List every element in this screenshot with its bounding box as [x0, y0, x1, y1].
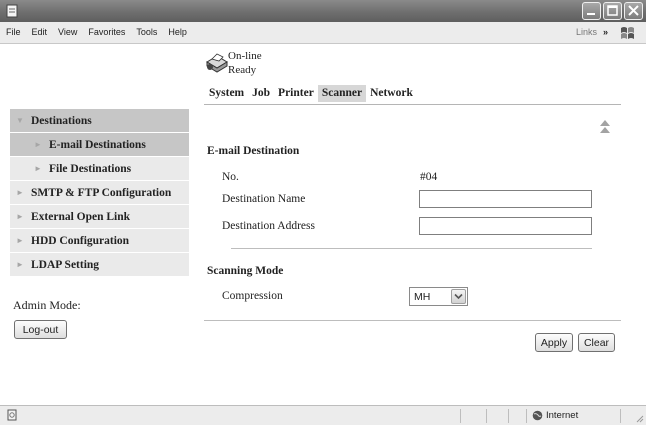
printer-status: On-line Ready	[228, 49, 262, 77]
nav-label: HDD Configuration	[31, 234, 130, 247]
nav-hdd-configuration[interactable]: ► HDD Configuration	[10, 229, 189, 253]
chevron-down-icon	[451, 289, 466, 304]
triangle-right-icon: ►	[16, 236, 24, 245]
apply-button[interactable]: Apply	[535, 333, 573, 352]
status-online: On-line	[228, 50, 262, 62]
scroll-to-top-icon[interactable]	[599, 119, 611, 135]
windows-logo-icon	[621, 27, 634, 39]
nav-label: SMTP & FTP Configuration	[31, 186, 172, 199]
nav-smtp-ftp-configuration[interactable]: ► SMTP & FTP Configuration	[10, 181, 189, 205]
nav-file-destinations[interactable]: ► File Destinations	[10, 157, 189, 181]
globe-icon	[532, 410, 543, 421]
window-title-bar	[0, 0, 646, 22]
menu-favorites[interactable]: Favorites	[88, 27, 125, 37]
menu-tools[interactable]: Tools	[136, 27, 157, 37]
compression-select[interactable]: MH	[409, 287, 468, 306]
menu-file[interactable]: File	[6, 27, 21, 37]
maximize-icon	[607, 5, 618, 16]
status-divider	[460, 409, 461, 423]
tab-network[interactable]: Network	[366, 85, 417, 102]
destination-name-input[interactable]	[419, 190, 592, 208]
compression-label: Compression	[222, 290, 283, 302]
nav-destinations[interactable]: ▼ Destinations	[10, 109, 189, 133]
nav-label: File Destinations	[49, 162, 132, 175]
menu-edit[interactable]: Edit	[32, 27, 48, 37]
resize-grip-icon[interactable]	[634, 413, 644, 423]
security-zone-label: Internet	[546, 410, 579, 421]
email-destination-heading: E-mail Destination	[207, 145, 300, 157]
tab-printer[interactable]: Printer	[274, 85, 318, 102]
tab-divider	[204, 104, 621, 105]
menu-help[interactable]: Help	[168, 27, 187, 37]
nav-ldap-setting[interactable]: ► LDAP Setting	[10, 253, 189, 277]
triangle-right-icon: ►	[16, 260, 24, 269]
form-divider	[204, 320, 621, 321]
admin-mode-label: Admin Mode:	[13, 298, 81, 312]
number-value: #04	[420, 171, 438, 183]
links-toolbar[interactable]: Links »	[576, 27, 608, 37]
document-icon	[6, 4, 18, 18]
menu-bar: File Edit View Favorites Tools Help Link…	[0, 22, 646, 44]
tab-job[interactable]: Job	[248, 85, 274, 102]
tab-scanner[interactable]: Scanner	[317, 85, 367, 102]
printer-icon	[206, 53, 228, 73]
page-icon	[7, 409, 17, 421]
links-label: Links	[575, 27, 597, 37]
status-ready: Ready	[228, 64, 257, 76]
sidebar-nav: ▼ Destinations ► E-mail Destinations ► F…	[10, 109, 189, 277]
links-chevron-icon[interactable]: »	[603, 27, 608, 37]
destination-address-label: Destination Address	[222, 220, 315, 232]
status-divider	[620, 409, 621, 423]
nav-label: Destinations	[31, 114, 92, 127]
browser-status-bar: Internet	[0, 405, 646, 425]
main-tabs: System Job Printer Scanner Network	[205, 85, 417, 102]
menu-view[interactable]: View	[58, 27, 77, 37]
destination-name-label: Destination Name	[222, 193, 306, 205]
nav-email-destinations[interactable]: ► E-mail Destinations	[10, 133, 189, 157]
logout-button[interactable]: Log-out	[14, 320, 67, 339]
close-icon	[628, 5, 639, 16]
status-divider	[508, 409, 509, 423]
minimize-button[interactable]	[582, 2, 601, 20]
triangle-right-icon: ►	[16, 188, 24, 197]
triangle-right-icon: ►	[34, 164, 42, 173]
maximize-button[interactable]	[603, 2, 622, 20]
nav-external-open-link[interactable]: ► External Open Link	[10, 205, 189, 229]
minimize-icon	[587, 13, 595, 15]
compression-value: MH	[414, 291, 431, 303]
clear-button[interactable]: Clear	[578, 333, 615, 352]
tab-system[interactable]: System	[205, 85, 248, 102]
status-divider	[526, 409, 527, 423]
nav-label: External Open Link	[31, 210, 131, 223]
scanning-mode-heading: Scanning Mode	[207, 265, 284, 277]
section-divider	[231, 248, 592, 249]
triangle-right-icon: ►	[34, 140, 42, 149]
destination-address-input[interactable]	[419, 217, 592, 235]
close-button[interactable]	[624, 2, 643, 20]
nav-label: LDAP Setting	[31, 258, 100, 271]
triangle-down-icon: ▼	[16, 116, 24, 125]
nav-label: E-mail Destinations	[49, 138, 146, 151]
triangle-right-icon: ►	[16, 212, 24, 221]
number-label: No.	[222, 171, 239, 183]
status-divider	[486, 409, 487, 423]
